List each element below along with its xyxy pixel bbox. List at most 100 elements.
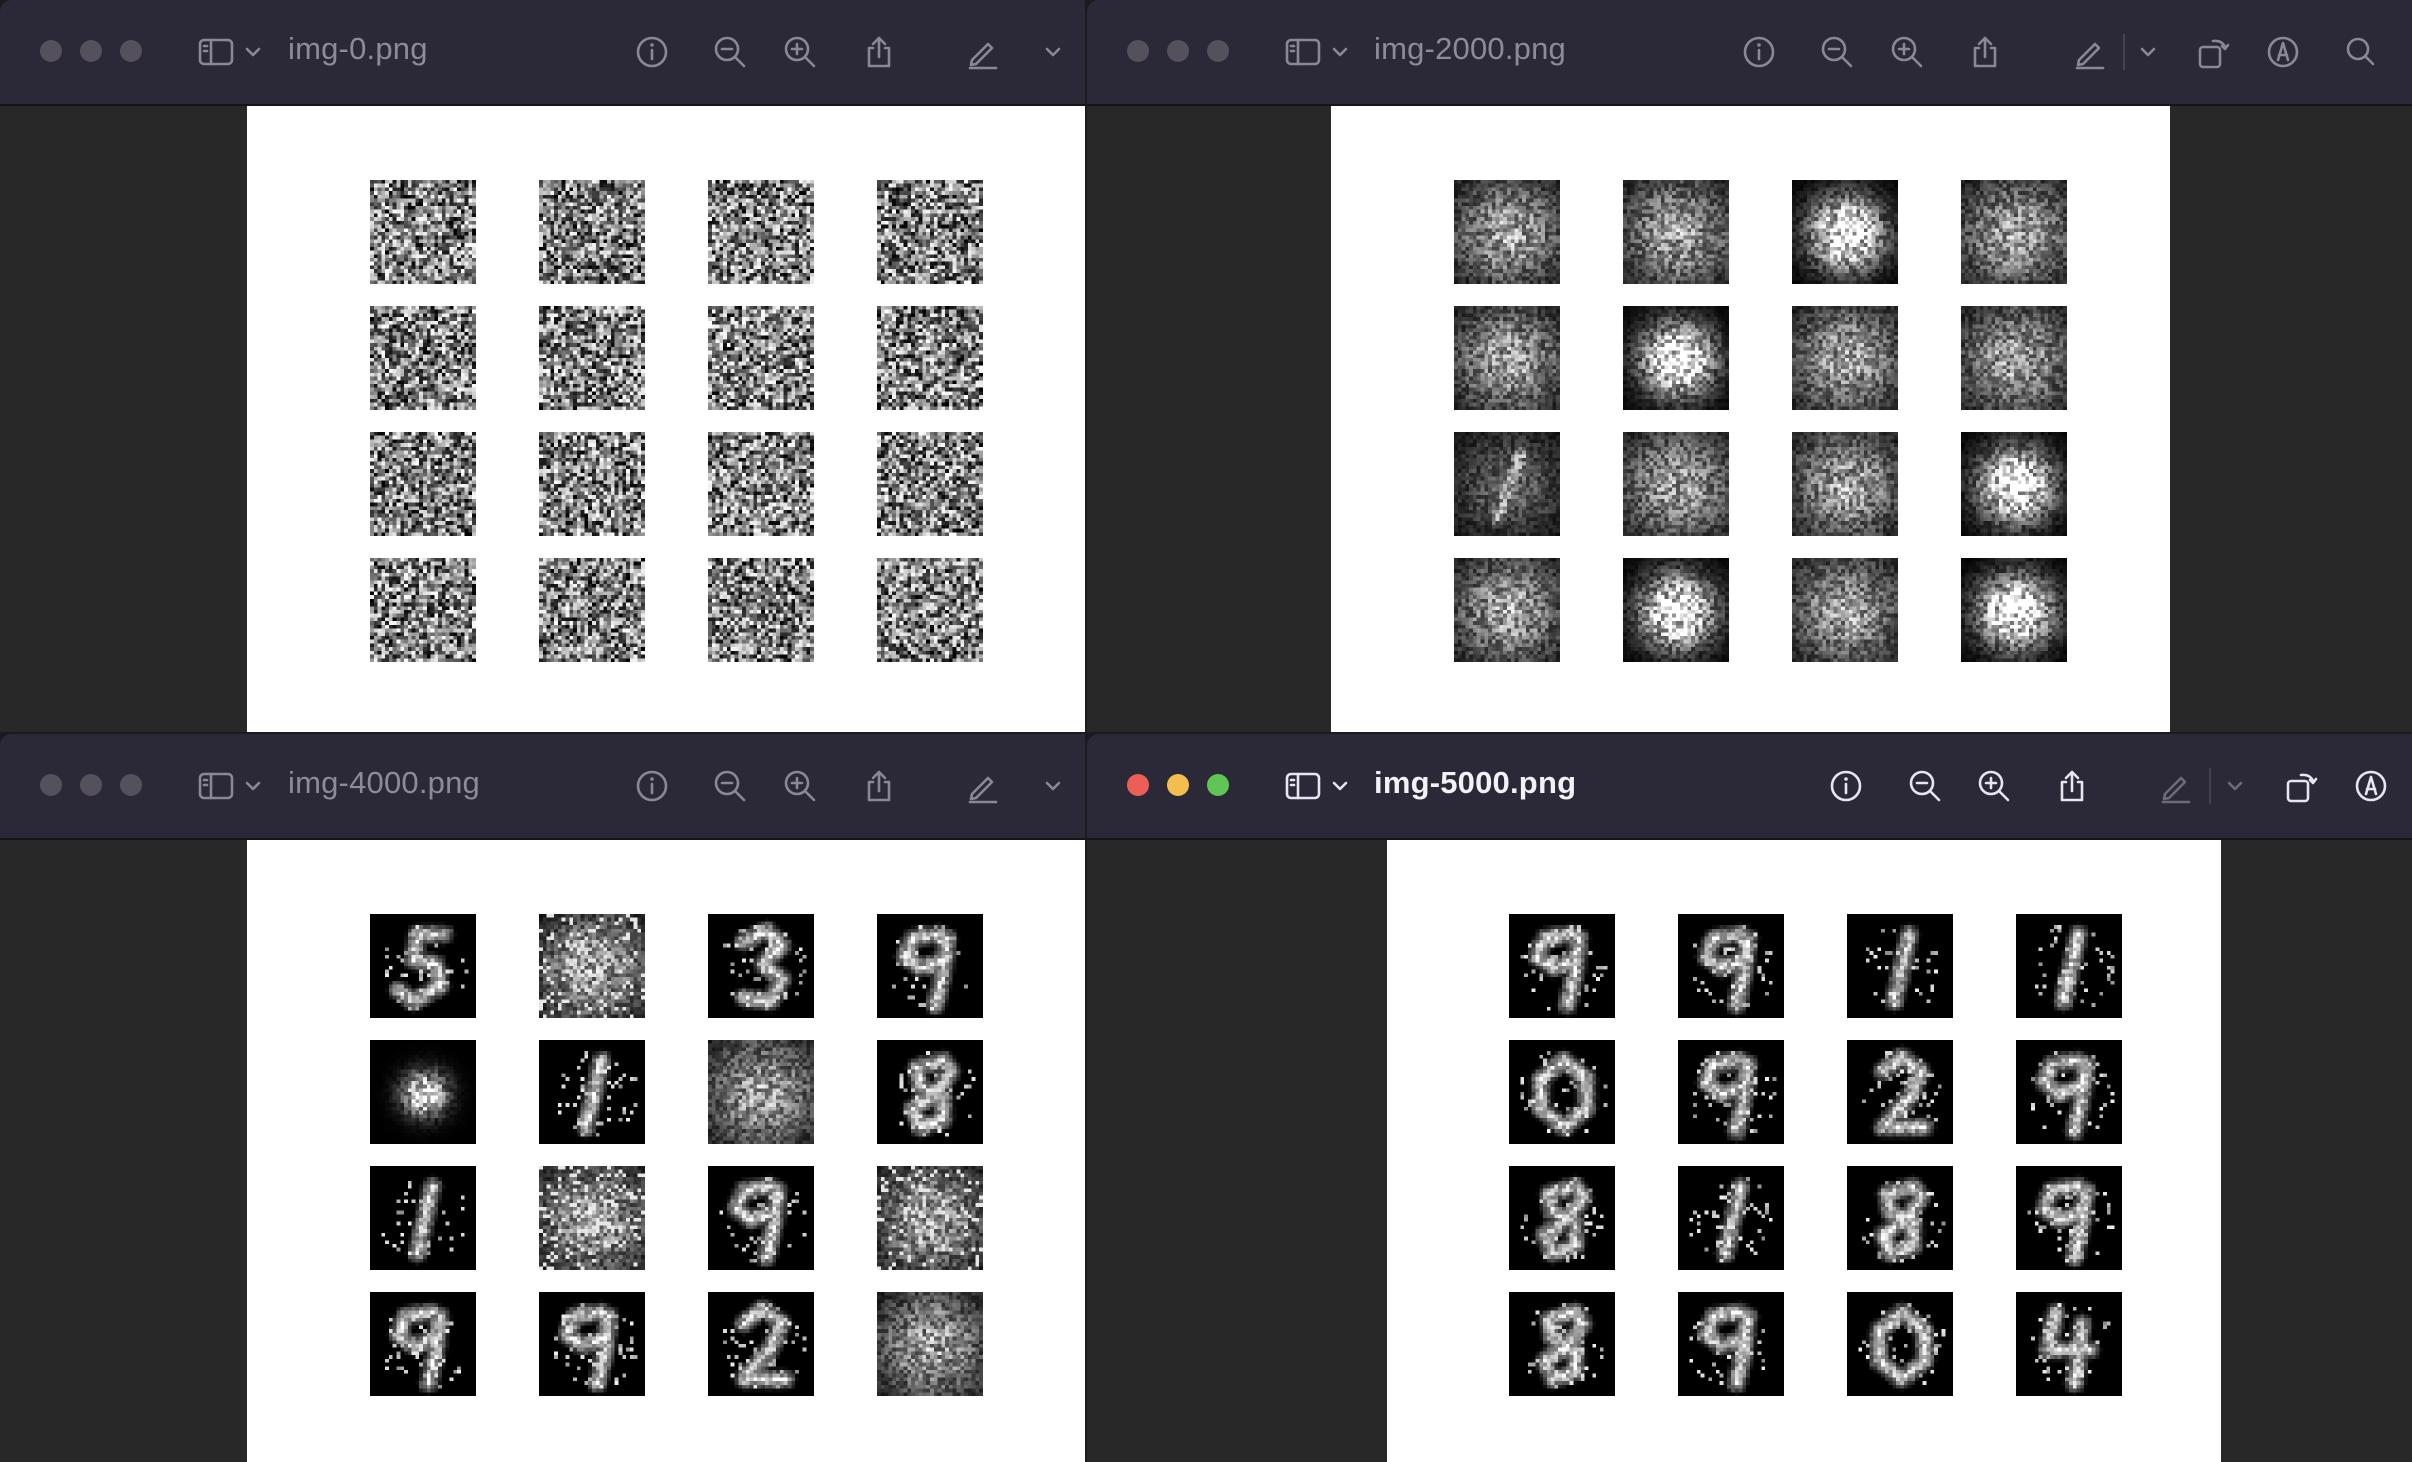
markup-icon[interactable] bbox=[2261, 30, 2305, 74]
close-window-button[interactable] bbox=[40, 774, 62, 796]
document-canvas[interactable] bbox=[0, 106, 1085, 732]
chevron-down-icon[interactable] bbox=[1327, 30, 1353, 74]
preview-window-img-2000[interactable]: img-2000.png bbox=[1087, 0, 2412, 732]
zoom-window-button[interactable] bbox=[1207, 40, 1229, 62]
zoom-out-icon[interactable] bbox=[1815, 30, 1859, 74]
sample-tile bbox=[370, 432, 476, 536]
info-icon[interactable] bbox=[1824, 764, 1868, 808]
sample-image bbox=[539, 1166, 645, 1270]
rotate-icon[interactable] bbox=[2191, 30, 2235, 74]
chevron-down-icon[interactable] bbox=[2222, 764, 2248, 808]
chevron-down-icon[interactable] bbox=[2135, 30, 2161, 74]
preview-window-img-4000[interactable]: img-4000.png bbox=[0, 734, 1085, 1462]
sidebar-icon[interactable] bbox=[1281, 30, 1325, 74]
share-icon[interactable] bbox=[1963, 30, 2007, 74]
preview-window-img-5000[interactable]: img-5000.png bbox=[1087, 734, 2412, 1462]
zoom-in-icon[interactable] bbox=[778, 30, 822, 74]
sample-tile bbox=[1792, 558, 1898, 662]
minimize-window-button[interactable] bbox=[1167, 774, 1189, 796]
sample-tile bbox=[370, 914, 476, 1018]
window-titlebar[interactable]: img-4000.png bbox=[0, 734, 1085, 840]
window-titlebar[interactable]: img-2000.png bbox=[1087, 0, 2412, 106]
share-icon[interactable] bbox=[857, 764, 901, 808]
minimize-window-button[interactable] bbox=[80, 774, 102, 796]
sample-image bbox=[708, 1040, 814, 1144]
info-icon[interactable] bbox=[630, 30, 674, 74]
sample-image bbox=[877, 1292, 983, 1396]
chevron-down-icon[interactable] bbox=[1040, 30, 1066, 74]
sample-image bbox=[1792, 180, 1898, 284]
markup-pen-icon[interactable] bbox=[960, 764, 1004, 808]
rotate-icon[interactable] bbox=[2279, 764, 2323, 808]
close-window-button[interactable] bbox=[1127, 774, 1149, 796]
sample-tile bbox=[1847, 1166, 1953, 1270]
sample-tile bbox=[370, 306, 476, 410]
image-page bbox=[1331, 106, 2170, 732]
zoom-window-button[interactable] bbox=[120, 774, 142, 796]
sample-tile bbox=[2016, 1040, 2122, 1144]
window-title: img-4000.png bbox=[288, 765, 480, 800]
sample-image bbox=[1961, 180, 2067, 284]
sample-tile bbox=[539, 432, 645, 536]
sample-tile bbox=[1509, 1040, 1615, 1144]
chevron-down-icon[interactable] bbox=[1327, 764, 1353, 808]
image-page bbox=[1387, 840, 2221, 1462]
sample-tile bbox=[1961, 558, 2067, 662]
sample-tile bbox=[1454, 432, 1560, 536]
sample-tile bbox=[708, 180, 814, 284]
sample-image bbox=[708, 914, 814, 1018]
chevron-down-icon[interactable] bbox=[240, 764, 266, 808]
sample-tile bbox=[1509, 914, 1615, 1018]
zoom-out-icon[interactable] bbox=[708, 764, 752, 808]
zoom-in-icon[interactable] bbox=[1885, 30, 1929, 74]
sample-image bbox=[1961, 306, 2067, 410]
sample-tile bbox=[370, 180, 476, 284]
sample-image bbox=[1792, 558, 1898, 662]
markup-pen-icon[interactable] bbox=[960, 30, 1004, 74]
zoom-out-icon[interactable] bbox=[1903, 764, 1947, 808]
sample-tile bbox=[1847, 1040, 1953, 1144]
share-icon[interactable] bbox=[2050, 764, 2094, 808]
image-page bbox=[247, 106, 1085, 732]
document-canvas[interactable] bbox=[1087, 840, 2412, 1462]
sample-tile bbox=[877, 432, 983, 536]
window-title: img-2000.png bbox=[1374, 31, 1566, 66]
zoom-out-icon[interactable] bbox=[708, 30, 752, 74]
document-canvas[interactable] bbox=[0, 840, 1085, 1462]
zoom-in-icon[interactable] bbox=[778, 764, 822, 808]
share-icon[interactable] bbox=[857, 30, 901, 74]
sample-tile bbox=[1847, 914, 1953, 1018]
search-icon[interactable] bbox=[2339, 30, 2383, 74]
minimize-window-button[interactable] bbox=[1167, 40, 1189, 62]
window-title: img-5000.png bbox=[1374, 765, 1577, 800]
sample-image bbox=[1454, 558, 1560, 662]
chevron-down-icon[interactable] bbox=[1040, 764, 1066, 808]
sample-tile bbox=[1623, 558, 1729, 662]
document-canvas[interactable] bbox=[1087, 106, 2412, 732]
sample-tile bbox=[1454, 180, 1560, 284]
markup-pen-icon[interactable] bbox=[2067, 30, 2111, 74]
sample-image bbox=[877, 558, 983, 662]
chevron-down-icon[interactable] bbox=[240, 30, 266, 74]
markup-icon[interactable] bbox=[2349, 764, 2393, 808]
sample-image bbox=[877, 914, 983, 1018]
zoom-in-icon[interactable] bbox=[1972, 764, 2016, 808]
zoom-window-button[interactable] bbox=[120, 40, 142, 62]
markup-pen-icon[interactable] bbox=[2153, 764, 2197, 808]
sample-image bbox=[708, 180, 814, 284]
preview-window-img-0[interactable]: img-0.png bbox=[0, 0, 1085, 732]
close-window-button[interactable] bbox=[40, 40, 62, 62]
window-titlebar[interactable]: img-0.png bbox=[0, 0, 1085, 106]
close-window-button[interactable] bbox=[1127, 40, 1149, 62]
sidebar-icon[interactable] bbox=[194, 30, 238, 74]
sidebar-icon[interactable] bbox=[194, 764, 238, 808]
sample-tile bbox=[877, 1166, 983, 1270]
minimize-window-button[interactable] bbox=[80, 40, 102, 62]
info-icon[interactable] bbox=[630, 764, 674, 808]
zoom-window-button[interactable] bbox=[1207, 774, 1229, 796]
info-icon[interactable] bbox=[1737, 30, 1781, 74]
sample-image bbox=[708, 306, 814, 410]
window-titlebar[interactable]: img-5000.png bbox=[1087, 734, 2412, 840]
sidebar-icon[interactable] bbox=[1281, 764, 1325, 808]
sample-tile bbox=[708, 1040, 814, 1144]
